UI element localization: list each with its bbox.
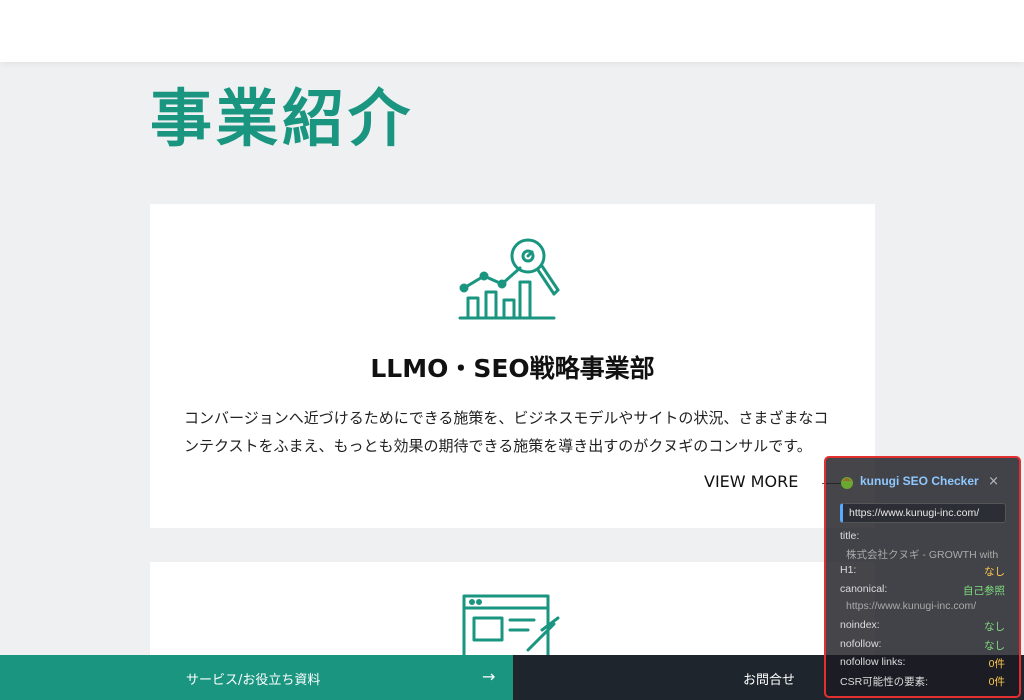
noindex-label: noindex: bbox=[840, 619, 880, 631]
view-more-link[interactable]: VIEW MORE bbox=[704, 472, 798, 491]
nofollow-links-row: nofollow links: 0件 bbox=[840, 656, 1005, 670]
canonical-row: canonical: 自己参照 bbox=[840, 583, 1005, 597]
seo-checker-title: kunugi SEO Checker bbox=[860, 474, 979, 488]
nofollow-links-value: 0件 bbox=[988, 658, 1005, 670]
canonical-label: canonical: bbox=[840, 583, 888, 595]
seo-analytics-icon bbox=[458, 238, 559, 320]
title-label: title: bbox=[840, 530, 860, 542]
card-description-line-1: コンバージョンへ近づけるためにできる施策を、ビジネスモデルやサイトの状況、さまざ… bbox=[184, 409, 829, 427]
site-header bbox=[0, 0, 1024, 62]
page-title: 事業紹介 bbox=[150, 82, 415, 155]
close-icon[interactable]: × bbox=[988, 474, 999, 489]
services-resources-label: サービス/お役立ち資料 bbox=[186, 673, 321, 688]
csr-row: CSR可能性の要素: 0件 bbox=[840, 674, 1005, 688]
nofollow-links-label: nofollow links: bbox=[840, 656, 906, 668]
acorn-logo-icon bbox=[841, 477, 853, 489]
title-value: 株式会社クヌギ - GROWTH with bbox=[846, 549, 999, 561]
seo-checker-panel: kunugi SEO Checker × https://www.kunugi-… bbox=[824, 456, 1021, 698]
noindex-row: noindex: なし bbox=[840, 619, 1005, 633]
canonical-value: 自己参照 bbox=[963, 585, 1005, 597]
noindex-value: なし bbox=[984, 621, 1005, 633]
card-title: LLMO・SEO戦略事業部 bbox=[370, 354, 655, 383]
h1-row: H1: なし bbox=[840, 564, 1005, 578]
nofollow-label: nofollow: bbox=[840, 638, 882, 650]
card-description-line-2: ンテクストをふまえ、もっとも効果の期待できる施策を導き出すのがクヌギのコンサルで… bbox=[184, 437, 812, 455]
h1-label: H1: bbox=[840, 564, 857, 576]
contact-label: お問合せ bbox=[743, 673, 796, 688]
services-resources-button[interactable]: サービス/お役立ち資料 → bbox=[0, 655, 513, 700]
csr-value: 0件 bbox=[988, 676, 1005, 688]
url-display: https://www.kunugi-inc.com/ bbox=[840, 503, 1006, 523]
seo-checker-header: kunugi SEO Checker × bbox=[840, 474, 1011, 492]
service-card-llmo-seo: LLMO・SEO戦略事業部 コンバージョンへ近づけるためにできる施策を、ビジネス… bbox=[150, 204, 875, 528]
h1-value: なし bbox=[984, 566, 1005, 578]
title-row: title: bbox=[840, 530, 1005, 544]
csr-label: CSR可能性の要素: bbox=[840, 676, 929, 688]
canonical-url: https://www.kunugi-inc.com/ bbox=[846, 600, 977, 612]
nofollow-row: nofollow: なし bbox=[840, 638, 1005, 652]
nofollow-value: なし bbox=[984, 640, 1005, 652]
arrow-right-icon: → bbox=[482, 667, 496, 686]
card-description: コンバージョンへ近づけるためにできる施策を、ビジネスモデルやサイトの状況、さまざ… bbox=[184, 404, 844, 460]
